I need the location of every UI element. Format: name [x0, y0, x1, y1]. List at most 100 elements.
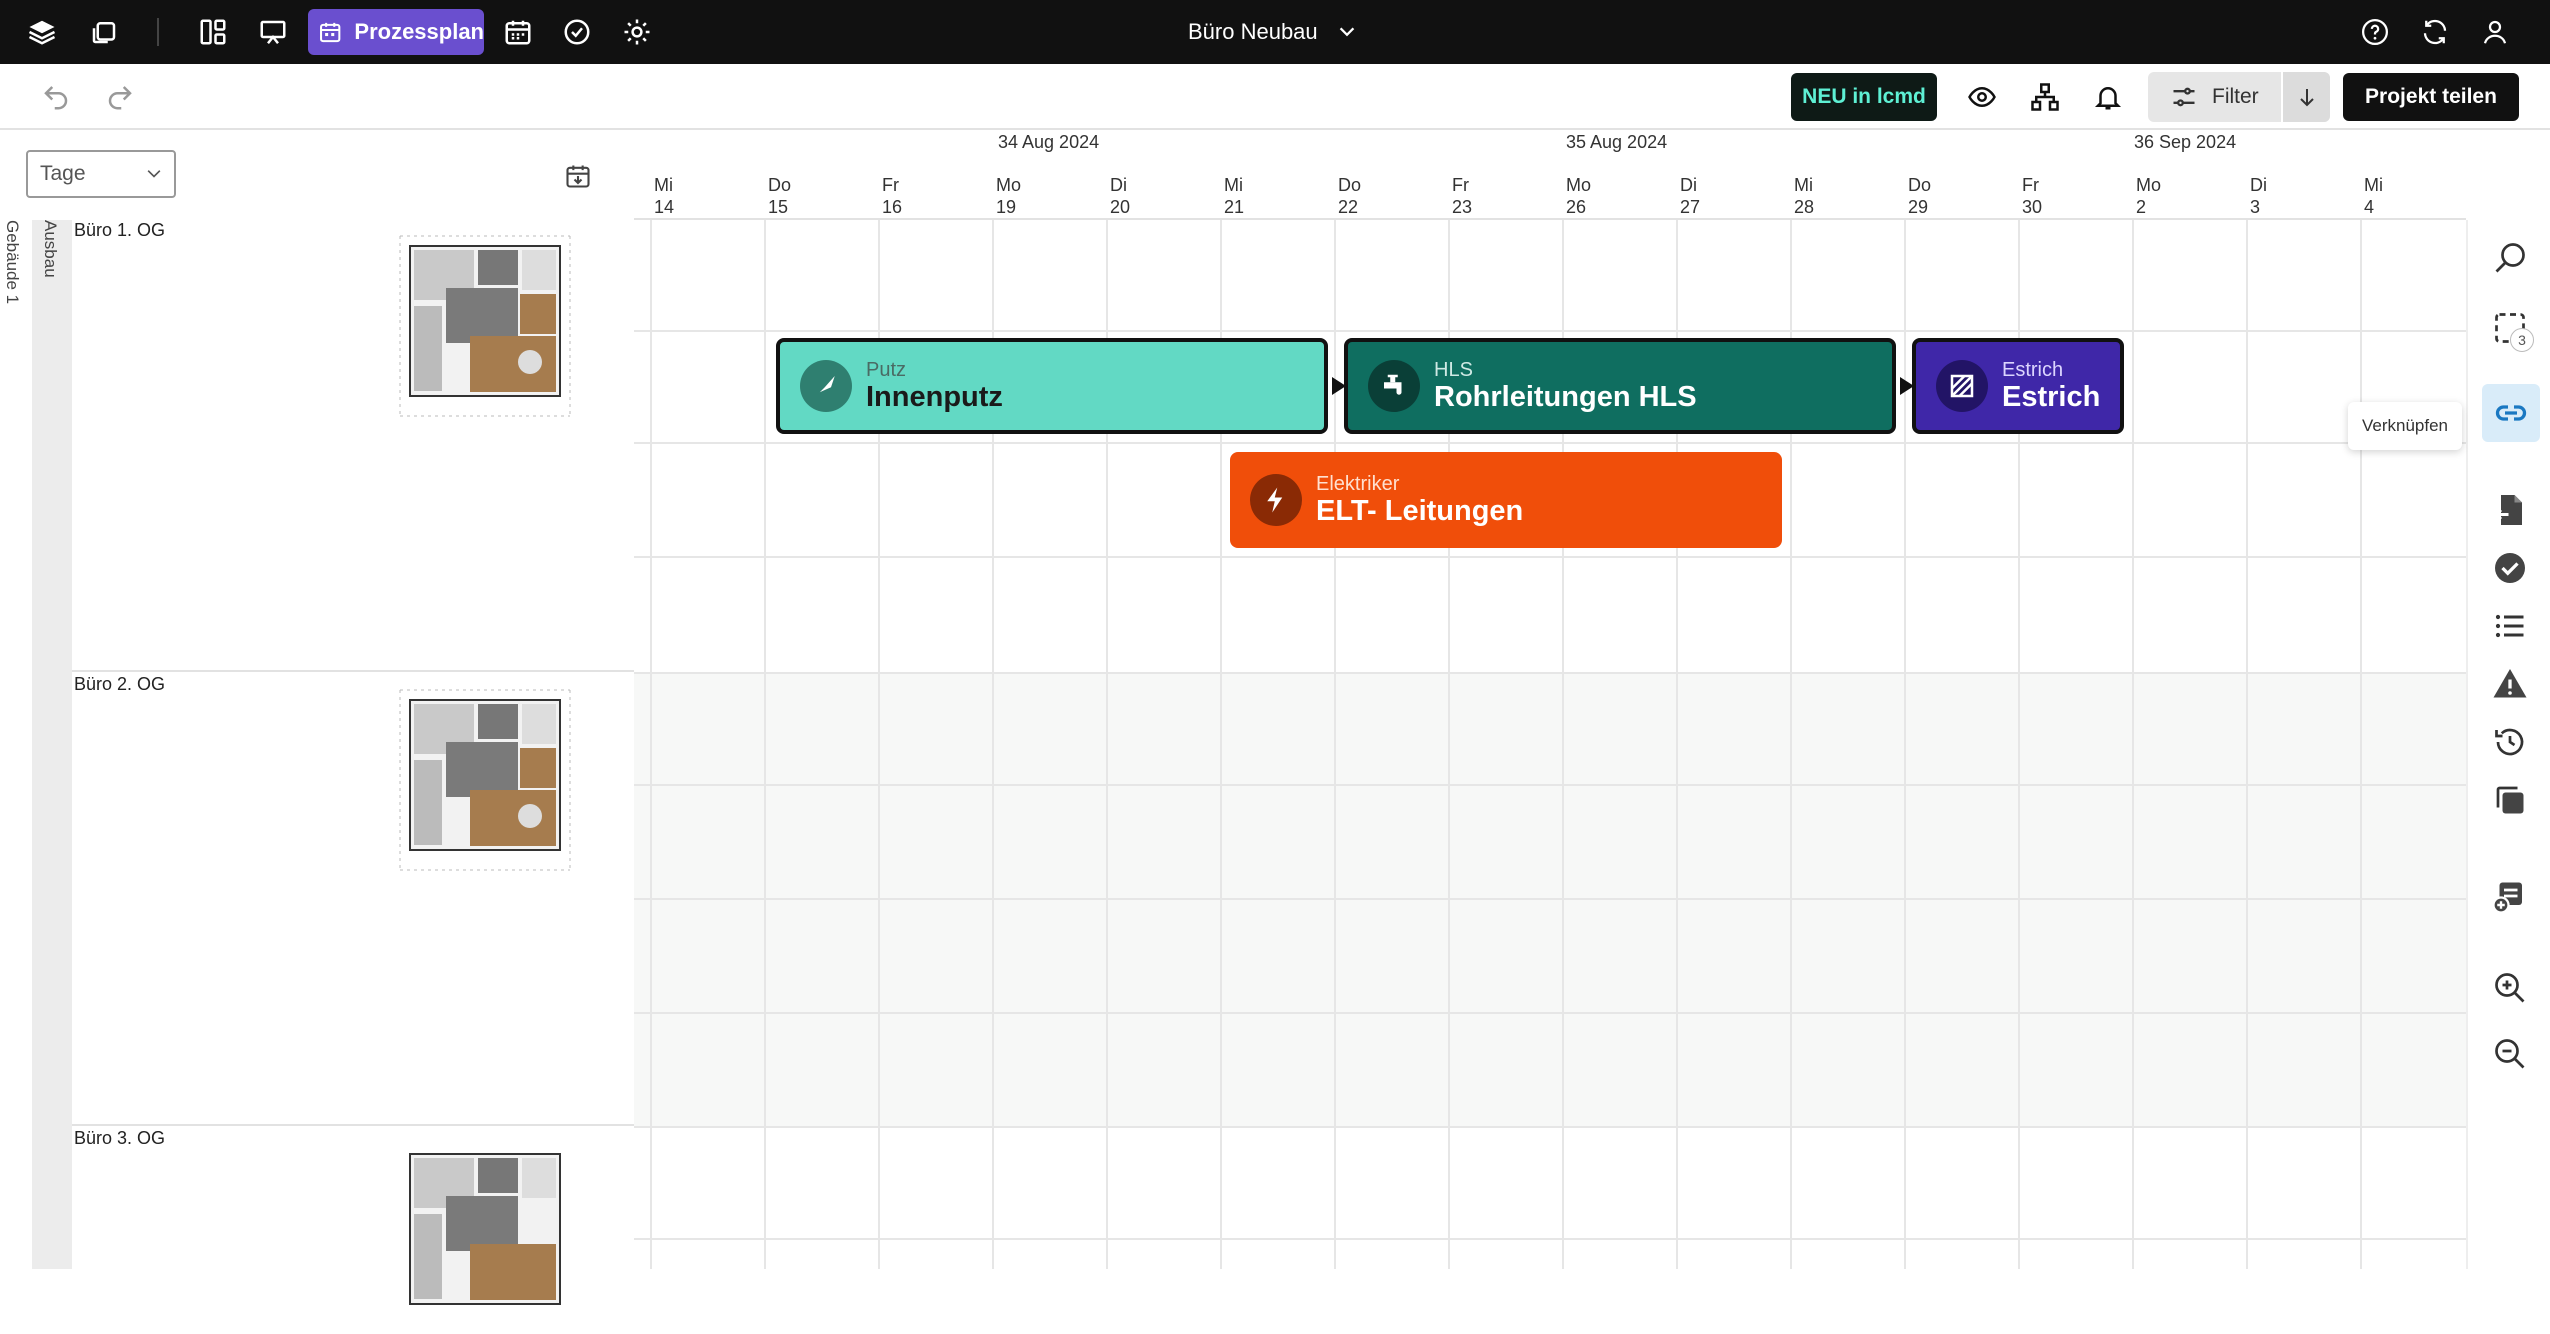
- project-selector[interactable]: Büro Neubau: [1188, 0, 1358, 64]
- day-column-header: Mi 21: [1202, 174, 1316, 218]
- floor-label: Büro 2. OG: [74, 674, 166, 694]
- eye-icon[interactable]: [1962, 77, 2002, 117]
- link-icon[interactable]: [2482, 384, 2540, 442]
- day-date: 4: [2364, 197, 2375, 217]
- timeline-header: 34 Aug 2024 35 Aug 2024 36 Sep 2024 Mi 14…: [634, 130, 2466, 220]
- calendar-grid-icon[interactable]: [500, 14, 536, 50]
- process-plan-grid[interactable]: Putz Innenputz HLS Rohrleitungen HLS Est…: [634, 220, 2466, 1269]
- help-icon[interactable]: [2357, 14, 2393, 50]
- user-icon[interactable]: [2477, 14, 2513, 50]
- day-column-header: Do5: [2456, 174, 2466, 218]
- selection-count-badge: 3: [2510, 328, 2534, 352]
- day-weekday: Di: [1110, 175, 1127, 195]
- day-column-header: Fr 16: [860, 174, 974, 218]
- screed-icon: [1936, 360, 1988, 412]
- day-date: 29: [1908, 197, 1929, 217]
- floor-row[interactable]: Büro 1. OG: [72, 220, 634, 672]
- sliders-icon: [2173, 87, 2195, 107]
- task-trade: Estrich: [2002, 359, 2064, 381]
- zoom-in-icon[interactable]: [2484, 962, 2536, 1014]
- check-icon[interactable]: [2484, 542, 2536, 594]
- layers-icon[interactable]: [24, 14, 60, 50]
- bell-icon[interactable]: [2088, 77, 2128, 117]
- task-name: Rohrleitungen HLS: [1434, 381, 1697, 413]
- add-list-icon[interactable]: [2484, 870, 2536, 922]
- day-weekday: Di: [2250, 175, 2267, 195]
- day-weekday: Mo: [996, 175, 1022, 195]
- week-label: 36 Sep 2024: [2134, 132, 2237, 152]
- day-date: 3: [2250, 197, 2261, 217]
- day-weekday: Mi: [654, 175, 673, 195]
- calendar-icon: [320, 22, 341, 43]
- day-column-header: Mo 2: [2114, 174, 2228, 218]
- task-card[interactable]: Putz Innenputz: [776, 338, 1328, 434]
- chevron-down-icon: [147, 170, 161, 178]
- task-trade: Elektriker: [1316, 473, 1400, 495]
- grid-column-line: [2132, 220, 2134, 1269]
- hierarchy-icon[interactable]: [2025, 77, 2065, 117]
- grid-row-line: [634, 1126, 2466, 1128]
- day-date: 23: [1452, 197, 1473, 217]
- search-icon[interactable]: [2484, 232, 2536, 284]
- day-column-header: Di 20: [1088, 174, 1202, 218]
- grid-column-line: [764, 220, 766, 1269]
- tab-prozessplan[interactable]: Prozessplan: [308, 9, 484, 55]
- filter-dropdown-button[interactable]: [2281, 72, 2330, 122]
- task-card[interactable]: Estrich Estrich: [1912, 338, 2124, 434]
- day-column-header: Do 29: [1886, 174, 2000, 218]
- week-label: 34 Aug 2024: [998, 132, 1100, 152]
- presentation-icon[interactable]: [255, 14, 291, 50]
- selection-icon[interactable]: 3: [2484, 302, 2536, 354]
- history-icon[interactable]: [2484, 716, 2536, 768]
- neu-in-lcmd-button[interactable]: NEU in lcmd: [1791, 73, 1937, 121]
- stack-icon[interactable]: [86, 14, 122, 50]
- task-card[interactable]: Elektriker ELT- Leitungen: [1230, 452, 1782, 548]
- grid-column-line: [2360, 220, 2362, 1269]
- task-name: Innenputz: [866, 381, 1003, 413]
- tab-prozessplan-label: Prozessplan: [354, 19, 484, 44]
- day-column-header: Mi 14: [634, 174, 746, 218]
- grid-row-line: [634, 442, 2466, 444]
- day-column-header: Mo 19: [974, 174, 1088, 218]
- floor-band: [634, 220, 2466, 674]
- day-date: 19: [996, 197, 1017, 217]
- day-date: 20: [1110, 197, 1131, 217]
- document-import-icon[interactable]: [2484, 484, 2536, 536]
- task-card[interactable]: HLS Rohrleitungen HLS: [1344, 338, 1896, 434]
- redo-icon[interactable]: [100, 77, 140, 117]
- dashboard-icon[interactable]: [195, 14, 231, 50]
- day-weekday: Mi: [1224, 175, 1243, 195]
- floor-row[interactable]: Büro 2. OG: [72, 674, 634, 1126]
- week-label: 35 Aug 2024: [1566, 132, 1668, 152]
- day-column-header: Do 22: [1316, 174, 1430, 218]
- day-weekday: Mi: [1794, 175, 1813, 195]
- building-label: Gebäude 1: [3, 220, 22, 305]
- day-column-header: Di 27: [1658, 174, 1772, 218]
- floor-band: [634, 1128, 2466, 1269]
- grid-column-line: [650, 220, 652, 1269]
- grid-row-line: [634, 1238, 2466, 1240]
- check-circle-icon[interactable]: [559, 14, 595, 50]
- day-weekday: Mo: [1566, 175, 1592, 195]
- chevron-down-icon: [1339, 27, 1354, 37]
- day-column-header: Di 3: [2228, 174, 2342, 218]
- warning-icon[interactable]: [2484, 658, 2536, 710]
- undo-icon[interactable]: [36, 77, 76, 117]
- filter-button[interactable]: Filter: [2148, 72, 2281, 122]
- share-project-button[interactable]: Projekt teilen: [2343, 73, 2519, 121]
- time-scale-select[interactable]: Tage: [26, 150, 176, 198]
- day-date: 2: [2136, 197, 2147, 217]
- list-icon[interactable]: [2484, 600, 2536, 652]
- left-panel-header: Tage: [0, 130, 634, 220]
- grid-row-line: [634, 898, 2466, 900]
- gear-icon[interactable]: [619, 14, 655, 50]
- day-weekday: Di: [1680, 175, 1697, 195]
- copy-icon[interactable]: [2484, 774, 2536, 826]
- day-column-header: Fr 30: [2000, 174, 2114, 218]
- floor-plan-thumbnail: [399, 689, 571, 871]
- floor-row[interactable]: Büro 3. OG: [72, 1128, 634, 1305]
- zoom-out-icon[interactable]: [2484, 1028, 2536, 1080]
- refresh-icon[interactable]: [2417, 14, 2453, 50]
- jump-to-date-button[interactable]: [560, 158, 596, 194]
- day-weekday: Fr: [882, 175, 899, 195]
